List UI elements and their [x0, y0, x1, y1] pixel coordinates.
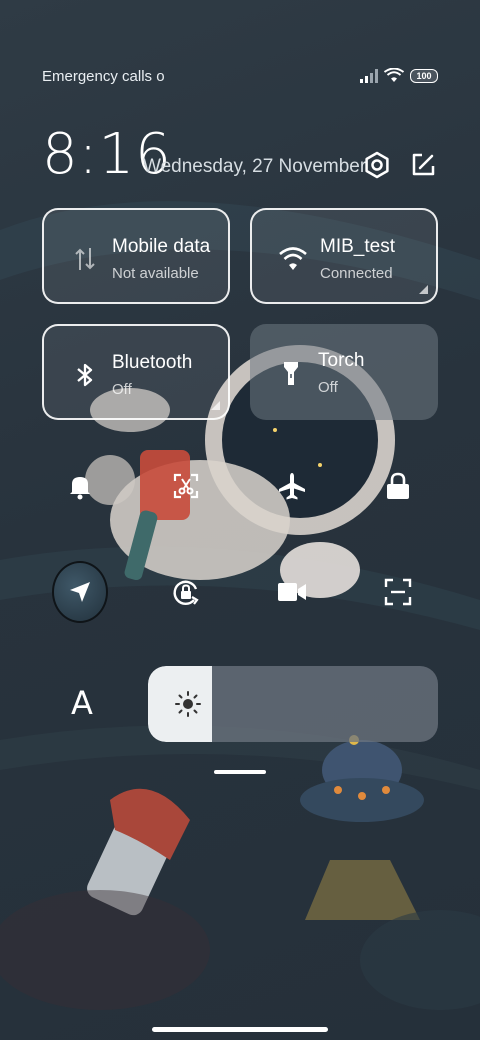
tile-subtitle: Connected: [320, 265, 393, 282]
carrier-text: Emergency calls o: [42, 68, 165, 85]
edit-icon[interactable]: [408, 150, 438, 180]
lock-screen-toggle[interactable]: [370, 458, 426, 514]
tile-wifi[interactable]: MIB_test Connected: [250, 208, 438, 304]
scanner-toggle[interactable]: [370, 564, 426, 620]
tile-bluetooth[interactable]: Bluetooth Off: [42, 324, 230, 420]
lock-icon: [387, 472, 409, 499]
torch-icon: [284, 362, 298, 385]
settings-icon[interactable]: [362, 150, 392, 180]
sun-icon: [175, 691, 201, 717]
tile-subtitle: Off: [112, 381, 132, 398]
rotation-lock-icon: [173, 580, 199, 605]
bluetooth-icon: [77, 363, 93, 387]
auto-brightness-button[interactable]: A: [62, 684, 102, 724]
brightness-slider[interactable]: [148, 666, 438, 742]
status-bar: Emergency calls o 100: [42, 66, 438, 88]
airplane-icon: [279, 473, 305, 500]
expand-corner-icon: [211, 401, 220, 410]
tile-subtitle: Not available: [112, 265, 199, 282]
bell-icon: [70, 477, 90, 500]
panel-drag-handle[interactable]: [214, 770, 266, 774]
screenshot-toggle[interactable]: [158, 458, 214, 514]
signal-icon: [360, 68, 378, 83]
location-icon: [70, 582, 90, 602]
tile-title: Bluetooth: [112, 352, 193, 373]
airplane-toggle[interactable]: [264, 458, 320, 514]
video-icon: [278, 583, 306, 601]
silent-toggle[interactable]: [52, 458, 108, 514]
battery-icon: 100: [410, 68, 438, 83]
screenshot-icon: [173, 473, 199, 499]
mobile-data-icon: [75, 248, 95, 270]
tile-subtitle: Off: [318, 379, 338, 396]
scan-icon: [384, 578, 412, 606]
tile-title: Torch: [318, 350, 365, 371]
wifi-icon: [279, 247, 307, 270]
wifi-icon: [384, 68, 404, 82]
rotation-lock-toggle[interactable]: [158, 564, 214, 620]
home-gesture-bar[interactable]: [152, 1027, 328, 1032]
expand-corner-icon: [419, 285, 428, 294]
tile-title: Mobile data: [112, 236, 211, 257]
tile-torch[interactable]: Torch Off: [250, 324, 438, 420]
screen-recorder-toggle[interactable]: [264, 564, 320, 620]
tile-title: MIB_test: [320, 236, 395, 257]
tile-mobile-data[interactable]: Mobile data Not available: [42, 208, 230, 304]
date: Wednesday, 27 November: [143, 156, 367, 177]
location-toggle[interactable]: [52, 561, 108, 623]
